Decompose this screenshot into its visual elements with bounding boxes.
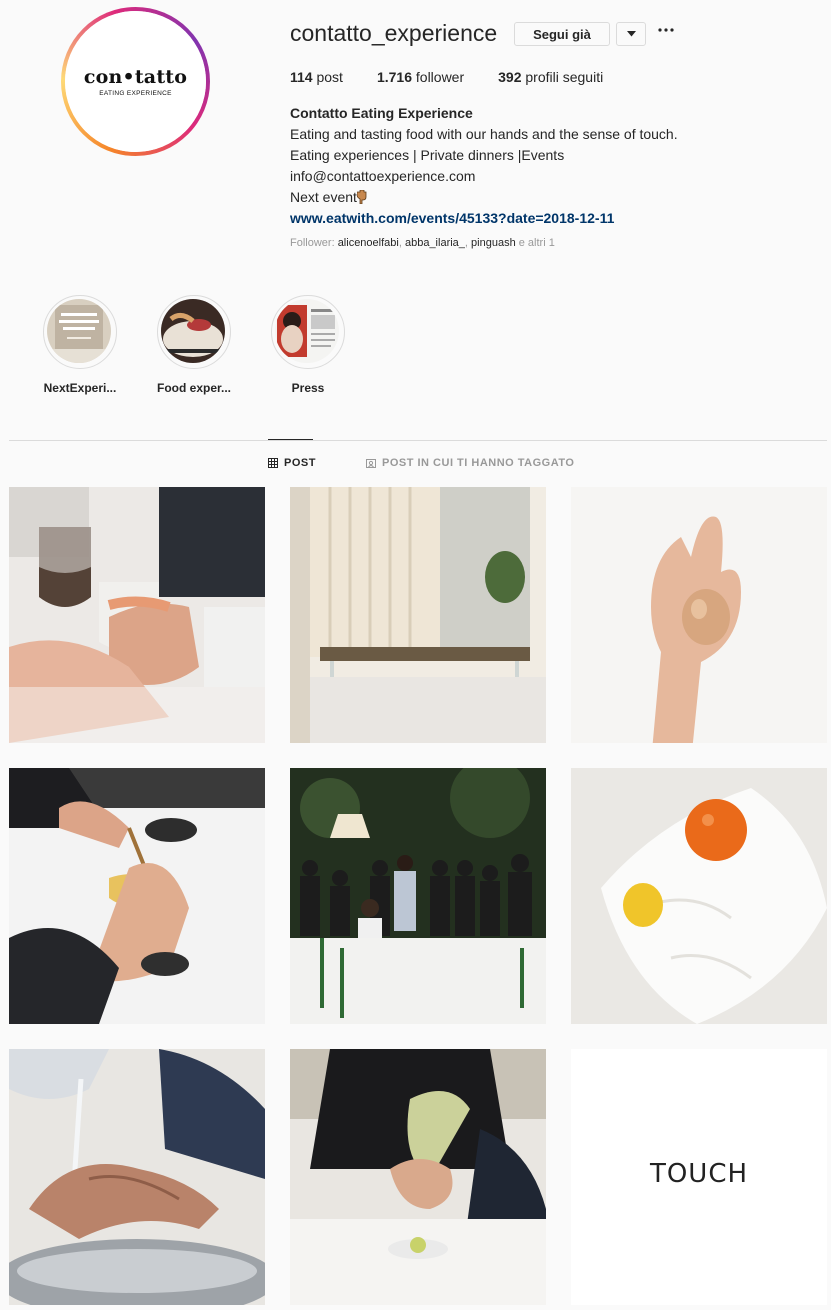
more-options-icon[interactable] [658,19,674,37]
bio-line-1: Eating and tasting food with our hands a… [290,126,678,142]
tab-posts-label: POST [284,457,316,469]
bio-website-link[interactable]: www.eatwith.com/events/45133?date=2018-1… [290,208,678,229]
logo-wordmark: con•tatto [83,66,188,88]
tabs-divider [9,440,827,441]
logo-tagline: EATING EXPERIENCE [99,90,172,97]
bio-line-2: Eating experiences | Private dinners |Ev… [290,147,565,163]
followed-by-prefix: Follower: [290,237,335,249]
tab-posts[interactable]: POST [268,457,316,469]
posts-label: post [316,69,343,85]
profile-avatar[interactable]: con•tatto EATING EXPERIENCE [61,7,210,156]
posts-stat: 114 post [290,69,343,85]
post-tile-piping-bag[interactable] [290,1049,546,1305]
bio-next-event-text: Next event [290,189,357,205]
followed-by-user[interactable]: abba_ilaria_ [405,237,465,249]
highlight-next-experience[interactable]: NextExperi... [35,295,125,395]
highlight-label: Food exper... [156,381,231,395]
highlight-cover [161,299,225,363]
bio-full-name: Contatto Eating Experience [290,105,473,121]
caret-down-icon [626,31,636,37]
posts-count: 114 [290,69,313,85]
touch-handwritten-text: TOUCH [649,1159,749,1189]
highlight-food-experience[interactable]: Food exper... [149,295,239,395]
profile-bio: Contatto Eating Experience Eating and ta… [290,103,678,229]
highlight-ring [271,295,345,369]
following-count: 392 [498,69,522,85]
post-tile-touch[interactable]: TOUCH [571,1049,827,1305]
avatar-logo: con•tatto EATING EXPERIENCE [65,11,206,152]
followed-by-user[interactable]: pinguash [471,237,516,249]
highlight-ring [157,295,231,369]
post-tile-dining-room[interactable] [290,487,546,743]
followers-count: 1.716 [376,69,412,85]
followed-by-user[interactable]: alicenoelfabi [338,237,399,249]
tagged-user-icon [366,459,376,468]
following-button[interactable]: Segui già [514,22,610,46]
post-tile-hand-washing[interactable] [9,1049,265,1305]
bio-email: info@contattoexperience.com [290,168,476,184]
followers-stat[interactable]: 1.716 follower [377,69,464,85]
highlight-cover [275,299,339,363]
followed-by-suffix[interactable]: e altri 1 [519,237,555,249]
following-label: profili seguiti [525,69,604,85]
following-stat[interactable]: 392 profili seguiti [498,69,603,85]
post-tile-dropper[interactable] [9,768,265,1024]
followed-by-line: Follower: alicenoelfabi, abba_ilaria_, p… [290,237,555,249]
post-tile-egg-in-hand[interactable] [571,487,827,743]
bio-line-next-event: Next event [290,187,678,208]
active-tab-indicator [268,439,313,440]
pointing-down-hand-icon [356,190,367,204]
profile-stats: 114 post 1.716 follower 392 profili segu… [290,69,637,85]
post-tile-orange-lemon[interactable] [571,768,827,1024]
tab-tagged-label: POST IN CUI TI HANNO TAGGATO [382,457,575,469]
highlight-label: NextExperi... [43,381,117,395]
highlight-ring [43,295,117,369]
highlight-cover [47,299,111,363]
profile-username: contatto_experience [290,20,498,46]
highlight-label: Press [291,381,325,395]
highlight-press[interactable]: Press [263,295,353,395]
followers-label: follower [415,69,465,85]
post-tile-group-photo[interactable] [290,768,546,1024]
grid-icon [268,458,278,468]
suggestions-dropdown-button[interactable] [616,22,646,46]
tab-tagged[interactable]: POST IN CUI TI HANNO TAGGATO [366,457,574,469]
post-tile-wine-tasting[interactable] [9,487,265,743]
